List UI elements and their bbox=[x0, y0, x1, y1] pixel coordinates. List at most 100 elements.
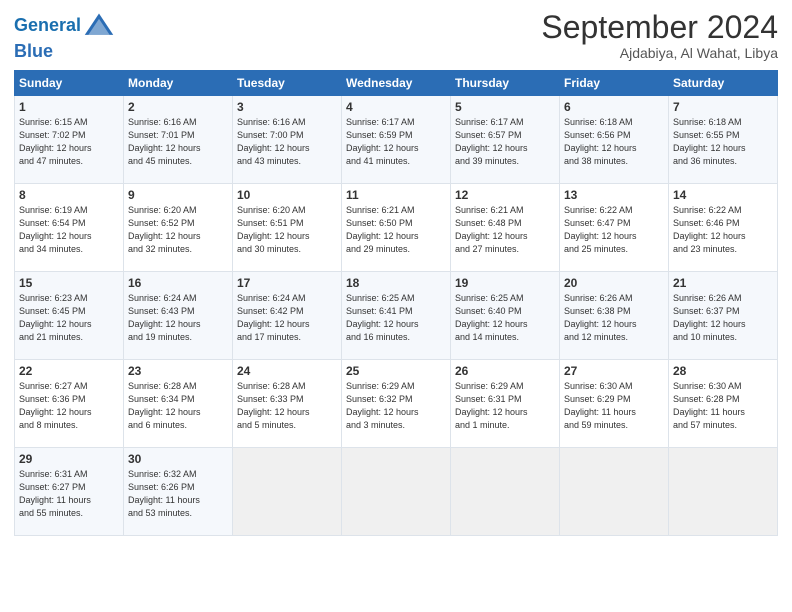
day-number: 26 bbox=[455, 364, 555, 378]
month-title: September 2024 bbox=[541, 10, 778, 45]
day-info: Sunrise: 6:19 AM Sunset: 6:54 PM Dayligh… bbox=[19, 204, 119, 256]
table-row bbox=[342, 447, 451, 535]
calendar-week-row: 29 Sunrise: 6:31 AM Sunset: 6:27 PM Dayli… bbox=[15, 447, 778, 535]
day-number: 14 bbox=[673, 188, 773, 202]
table-row: 30Sunrise: 6:32 AM Sunset: 6:26 PM Dayli… bbox=[124, 447, 233, 535]
calendar-table: Sunday Monday Tuesday Wednesday Thursday… bbox=[14, 70, 778, 536]
col-saturday: Saturday bbox=[669, 70, 778, 95]
day-info: Sunrise: 6:21 AM Sunset: 6:50 PM Dayligh… bbox=[346, 204, 446, 256]
day-number: 16 bbox=[128, 276, 228, 290]
table-row: 23Sunrise: 6:28 AM Sunset: 6:34 PM Dayli… bbox=[124, 359, 233, 447]
day-number: 8 bbox=[19, 188, 119, 202]
day-number: 21 bbox=[673, 276, 773, 290]
table-row bbox=[669, 447, 778, 535]
col-monday: Monday bbox=[124, 70, 233, 95]
day-number: 18 bbox=[346, 276, 446, 290]
day-number: 20 bbox=[564, 276, 664, 290]
day-info: Sunrise: 6:26 AM Sunset: 6:37 PM Dayligh… bbox=[673, 292, 773, 344]
day-number: 30 bbox=[128, 452, 228, 466]
day-number: 4 bbox=[346, 100, 446, 114]
day-info: Sunrise: 6:24 AM Sunset: 6:43 PM Dayligh… bbox=[128, 292, 228, 344]
day-info: Sunrise: 6:17 AM Sunset: 6:57 PM Dayligh… bbox=[455, 116, 555, 168]
day-info: Sunrise: 6:29 AM Sunset: 6:32 PM Dayligh… bbox=[346, 380, 446, 432]
table-row: 9Sunrise: 6:20 AM Sunset: 6:52 PM Daylig… bbox=[124, 183, 233, 271]
day-number: 24 bbox=[237, 364, 337, 378]
day-info: Sunrise: 6:22 AM Sunset: 6:47 PM Dayligh… bbox=[564, 204, 664, 256]
table-row: 28 Sunrise: 6:30 AM Sunset: 6:28 PM Dayli… bbox=[669, 359, 778, 447]
col-thursday: Thursday bbox=[451, 70, 560, 95]
day-info: Sunrise: 6:25 AM Sunset: 6:40 PM Dayligh… bbox=[455, 292, 555, 344]
logo-icon bbox=[83, 10, 115, 42]
day-info: Sunrise: 6:17 AM Sunset: 6:59 PM Dayligh… bbox=[346, 116, 446, 168]
day-number: 3 bbox=[237, 100, 337, 114]
table-row: 8 Sunrise: 6:19 AM Sunset: 6:54 PM Daylig… bbox=[15, 183, 124, 271]
table-row: 19 Sunrise: 6:25 AM Sunset: 6:40 PM Dayli… bbox=[451, 271, 560, 359]
day-number: 13 bbox=[564, 188, 664, 202]
table-row: 24 Sunrise: 6:28 AM Sunset: 6:33 PM Dayli… bbox=[233, 359, 342, 447]
col-tuesday: Tuesday bbox=[233, 70, 342, 95]
table-row: 14 Sunrise: 6:22 AM Sunset: 6:46 PM Dayli… bbox=[669, 183, 778, 271]
day-info: Sunrise: 6:18 AM Sunset: 6:56 PM Dayligh… bbox=[564, 116, 664, 168]
day-info: Sunrise: 6:31 AM Sunset: 6:27 PM Dayligh… bbox=[19, 468, 119, 520]
day-info: Sunrise: 6:27 AM Sunset: 6:36 PM Dayligh… bbox=[19, 380, 119, 432]
table-row: 17 Sunrise: 6:24 AM Sunset: 6:42 PM Dayli… bbox=[233, 271, 342, 359]
day-info: Sunrise: 6:21 AM Sunset: 6:48 PM Dayligh… bbox=[455, 204, 555, 256]
day-number: 23 bbox=[128, 364, 228, 378]
table-row: 16 Sunrise: 6:24 AM Sunset: 6:43 PM Dayli… bbox=[124, 271, 233, 359]
table-row: 20Sunrise: 6:26 AM Sunset: 6:38 PM Dayli… bbox=[560, 271, 669, 359]
calendar-week-row: 15 Sunrise: 6:23 AM Sunset: 6:45 PM Dayli… bbox=[15, 271, 778, 359]
table-row: 2 Sunrise: 6:16 AM Sunset: 7:01 PM Daylig… bbox=[124, 95, 233, 183]
day-number: 19 bbox=[455, 276, 555, 290]
day-number: 6 bbox=[564, 100, 664, 114]
title-block: September 2024 Ajdabiya, Al Wahat, Libya bbox=[541, 10, 778, 61]
table-row: 27 Sunrise: 6:30 AM Sunset: 6:29 PM Dayli… bbox=[560, 359, 669, 447]
day-info: Sunrise: 6:29 AM Sunset: 6:31 PM Dayligh… bbox=[455, 380, 555, 432]
calendar-week-row: 1 Sunrise: 6:15 AM Sunset: 7:02 PM Daylig… bbox=[15, 95, 778, 183]
day-info: Sunrise: 6:18 AM Sunset: 6:55 PM Dayligh… bbox=[673, 116, 773, 168]
table-row: 15 Sunrise: 6:23 AM Sunset: 6:45 PM Dayli… bbox=[15, 271, 124, 359]
calendar-week-row: 8 Sunrise: 6:19 AM Sunset: 6:54 PM Daylig… bbox=[15, 183, 778, 271]
day-number: 5 bbox=[455, 100, 555, 114]
day-number: 10 bbox=[237, 188, 337, 202]
day-info: Sunrise: 6:16 AM Sunset: 7:01 PM Dayligh… bbox=[128, 116, 228, 168]
day-info: Sunrise: 6:22 AM Sunset: 6:46 PM Dayligh… bbox=[673, 204, 773, 256]
logo-text: General bbox=[14, 16, 81, 36]
day-info: Sunrise: 6:23 AM Sunset: 6:45 PM Dayligh… bbox=[19, 292, 119, 344]
day-info: Sunrise: 6:25 AM Sunset: 6:41 PM Dayligh… bbox=[346, 292, 446, 344]
table-row: 13 Sunrise: 6:22 AM Sunset: 6:47 PM Dayli… bbox=[560, 183, 669, 271]
table-row: 4 Sunrise: 6:17 AM Sunset: 6:59 PM Daylig… bbox=[342, 95, 451, 183]
day-number: 2 bbox=[128, 100, 228, 114]
calendar-header-row: Sunday Monday Tuesday Wednesday Thursday… bbox=[15, 70, 778, 95]
day-info: Sunrise: 6:28 AM Sunset: 6:33 PM Dayligh… bbox=[237, 380, 337, 432]
logo: General Blue bbox=[14, 10, 115, 62]
table-row: 10 Sunrise: 6:20 AM Sunset: 6:51 PM Dayli… bbox=[233, 183, 342, 271]
table-row: 5 Sunrise: 6:17 AM Sunset: 6:57 PM Daylig… bbox=[451, 95, 560, 183]
table-row: 26 Sunrise: 6:29 AM Sunset: 6:31 PM Dayli… bbox=[451, 359, 560, 447]
day-number: 11 bbox=[346, 188, 446, 202]
table-row: 12Sunrise: 6:21 AM Sunset: 6:48 PM Dayli… bbox=[451, 183, 560, 271]
logo-text2: Blue bbox=[14, 42, 115, 62]
day-info: Sunrise: 6:30 AM Sunset: 6:29 PM Dayligh… bbox=[564, 380, 664, 432]
day-info: Sunrise: 6:30 AM Sunset: 6:28 PM Dayligh… bbox=[673, 380, 773, 432]
table-row bbox=[233, 447, 342, 535]
day-info: Sunrise: 6:16 AM Sunset: 7:00 PM Dayligh… bbox=[237, 116, 337, 168]
day-info: Sunrise: 6:24 AM Sunset: 6:42 PM Dayligh… bbox=[237, 292, 337, 344]
day-number: 9 bbox=[128, 188, 228, 202]
table-row: 29 Sunrise: 6:31 AM Sunset: 6:27 PM Dayli… bbox=[15, 447, 124, 535]
calendar-week-row: 22Sunrise: 6:27 AM Sunset: 6:36 PM Dayli… bbox=[15, 359, 778, 447]
table-row: 18 Sunrise: 6:25 AM Sunset: 6:41 PM Dayli… bbox=[342, 271, 451, 359]
day-info: Sunrise: 6:15 AM Sunset: 7:02 PM Dayligh… bbox=[19, 116, 119, 168]
day-number: 28 bbox=[673, 364, 773, 378]
table-row: 3 Sunrise: 6:16 AM Sunset: 7:00 PM Daylig… bbox=[233, 95, 342, 183]
day-number: 29 bbox=[19, 452, 119, 466]
day-info: Sunrise: 6:20 AM Sunset: 6:51 PM Dayligh… bbox=[237, 204, 337, 256]
table-row: 21 Sunrise: 6:26 AM Sunset: 6:37 PM Dayli… bbox=[669, 271, 778, 359]
day-number: 27 bbox=[564, 364, 664, 378]
col-friday: Friday bbox=[560, 70, 669, 95]
day-number: 17 bbox=[237, 276, 337, 290]
table-row: 22Sunrise: 6:27 AM Sunset: 6:36 PM Dayli… bbox=[15, 359, 124, 447]
day-number: 15 bbox=[19, 276, 119, 290]
day-number: 1 bbox=[19, 100, 119, 114]
table-row: 6 Sunrise: 6:18 AM Sunset: 6:56 PM Daylig… bbox=[560, 95, 669, 183]
col-sunday: Sunday bbox=[15, 70, 124, 95]
